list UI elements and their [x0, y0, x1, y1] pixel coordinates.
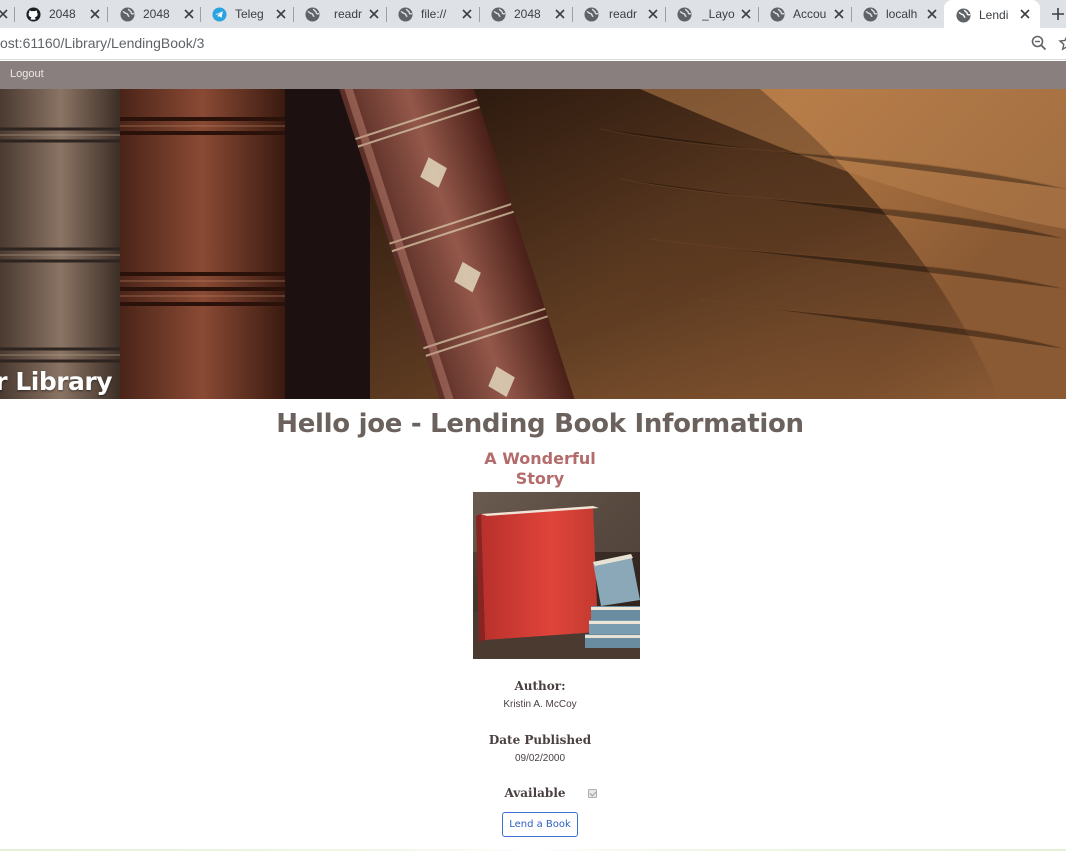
bookmark-star-icon[interactable] — [1058, 34, 1066, 52]
address-bar-url[interactable]: ost:61160/Library/LendingBook/3 — [0, 35, 204, 51]
browser-tab[interactable]: readr — [305, 0, 389, 28]
browser-tab[interactable]: file:// — [398, 0, 482, 28]
browser-tab-strip: 2048 2048 Teleg readr file:// 2048 readr… — [0, 0, 1066, 30]
tab-separator — [479, 7, 480, 22]
tab-title: Lendi — [979, 8, 1009, 22]
browser-tab[interactable]: readr — [584, 0, 668, 28]
close-tab-icon[interactable] — [646, 7, 660, 21]
close-tab-icon[interactable] — [553, 7, 567, 21]
hero-title: ur Library — [0, 367, 113, 396]
tab-title: _Layo — [702, 7, 735, 21]
globe-icon — [863, 6, 878, 22]
globe-icon — [956, 7, 971, 23]
browser-tab[interactable]: Accou — [770, 0, 854, 28]
page-title: Hello joe - Lending Book Information — [276, 409, 804, 439]
tab-title: Accou — [793, 7, 827, 21]
close-tab-icon[interactable] — [367, 7, 381, 21]
globe-icon — [120, 6, 135, 22]
close-tab-icon[interactable] — [0, 7, 10, 21]
tab-separator — [14, 7, 15, 22]
new-tab-button[interactable] — [1046, 0, 1066, 28]
tab-separator — [293, 7, 294, 22]
github-icon — [26, 6, 41, 22]
tab-title: Teleg — [235, 7, 264, 21]
globe-icon — [305, 6, 320, 22]
tab-separator — [200, 7, 201, 22]
close-tab-icon[interactable] — [1018, 7, 1032, 21]
tab-separator — [572, 7, 573, 22]
tab-title: localh — [886, 7, 918, 21]
browser-tab[interactable]: _Layo — [677, 0, 761, 28]
available-checkbox — [588, 789, 597, 798]
browser-toolbar: ost:61160/Library/LendingBook/3 — [0, 28, 1066, 60]
author-label: Author: — [514, 679, 566, 693]
logout-link[interactable]: Logout — [10, 68, 44, 80]
telegram-icon — [212, 6, 227, 22]
globe-icon — [677, 6, 692, 22]
close-tab-icon[interactable] — [274, 7, 288, 21]
tab-separator — [107, 7, 108, 22]
close-tab-icon[interactable] — [88, 7, 102, 21]
close-tab-icon[interactable] — [739, 7, 753, 21]
tab-title: 2048 — [143, 7, 170, 21]
site-navbar: Logout — [0, 61, 1066, 89]
hero-banner: ur Library — [0, 89, 1066, 399]
plus-icon — [1052, 8, 1064, 20]
browser-tab[interactable]: 2048 — [26, 0, 110, 28]
tab-title: readr — [609, 7, 638, 21]
lend-book-button[interactable]: Lend a Book — [502, 812, 578, 837]
author-value: Kristin A. McCoy — [503, 699, 577, 710]
globe-icon — [770, 6, 785, 22]
available-label: Available — [504, 786, 566, 800]
tab-separator — [758, 7, 759, 22]
hero-books-image — [0, 89, 1066, 399]
browser-tab[interactable]: localh — [863, 0, 947, 28]
tab-title: file:// — [421, 7, 447, 21]
close-tab-icon[interactable] — [925, 7, 939, 21]
globe-icon — [491, 6, 506, 22]
browser-tab[interactable]: 2048 — [491, 0, 575, 28]
close-tab-icon[interactable] — [832, 7, 846, 21]
close-tab-icon[interactable] — [182, 7, 196, 21]
tab-title: readr — [334, 7, 363, 21]
browser-tab-active[interactable]: Lendi — [944, 0, 1040, 30]
tab-separator — [851, 7, 852, 22]
zoom-out-icon[interactable] — [1030, 34, 1048, 52]
date-published-label: Date Published — [488, 733, 592, 747]
tab-title: 2048 — [49, 7, 76, 21]
tab-separator — [386, 7, 387, 22]
close-tab-icon[interactable] — [460, 7, 474, 21]
tab-title: 2048 — [514, 7, 541, 21]
globe-icon — [398, 6, 413, 22]
book-title: A Wonderful Story — [484, 449, 596, 488]
globe-icon — [584, 6, 599, 22]
browser-tab[interactable] — [0, 0, 10, 28]
browser-tab[interactable]: 2048 — [120, 0, 204, 28]
book-cover-image — [473, 492, 640, 659]
browser-tab[interactable]: Teleg — [212, 0, 296, 28]
tab-separator — [665, 7, 666, 22]
date-published-value: 09/02/2000 — [514, 753, 566, 764]
